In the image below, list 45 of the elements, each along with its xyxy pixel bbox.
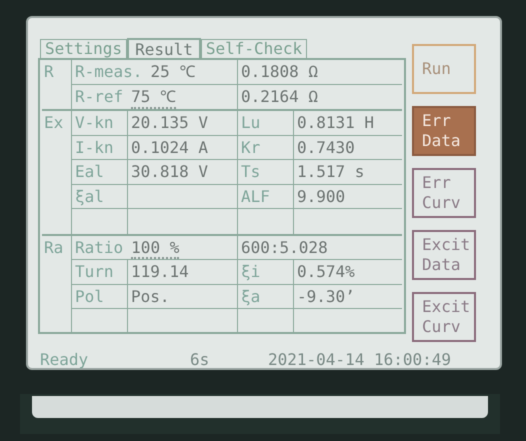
value-text: 119.14: [131, 262, 189, 281]
value-text: 0.574%: [297, 262, 355, 281]
value-text: 9.900: [297, 186, 346, 206]
value-text: 0.7430: [297, 138, 355, 156]
parameter-label: ALF: [241, 186, 270, 206]
parameter-label: I-kn: [75, 138, 114, 156]
value-text: Pos.: [131, 286, 170, 306]
value-text: 0.2164 Ω: [241, 86, 318, 106]
group-label: Ex: [44, 113, 64, 132]
parameter-label: Lu: [241, 113, 260, 132]
side-button[interactable]: Excit Curv: [412, 292, 476, 342]
date-time: 2021-04-14 16:00:49: [268, 349, 452, 371]
parameter-label: R-meas.: [75, 61, 142, 83]
value-text: 0.1024 A: [131, 138, 208, 156]
side-button[interactable]: Err Data: [412, 106, 476, 156]
value-text: 0.1808 Ω: [241, 62, 318, 81]
parameter-label: R-ref: [75, 86, 124, 108]
parameter-label: Pol: [75, 286, 104, 306]
parameter-label: V-kn: [75, 113, 114, 132]
value-text: 20.135 V: [131, 113, 208, 132]
parameter-label: Ts: [241, 162, 260, 181]
setting-field[interactable]: 100 %: [131, 236, 180, 259]
setting-field[interactable]: 75 ℃: [131, 84, 176, 109]
value-text: 30.818 V: [131, 162, 208, 181]
parameter-label: ξal: [75, 186, 104, 206]
parameter-label: ξi: [241, 262, 260, 281]
value-text: 600:5.028: [241, 238, 328, 256]
side-button[interactable]: Excit Data: [412, 230, 476, 280]
parameter-label: Ratio: [75, 236, 124, 258]
side-button[interactable]: Err Curv: [412, 168, 476, 218]
parameter-label: Kr: [241, 138, 260, 156]
side-button[interactable]: Run: [412, 44, 476, 94]
parameter-label: ξa: [241, 286, 260, 306]
tab[interactable]: Result: [127, 38, 201, 60]
status-text: Ready: [40, 349, 90, 371]
value-text: 1.517 s: [297, 162, 364, 181]
group-label: Ra: [44, 238, 64, 256]
parameter-label: Eal: [75, 162, 104, 181]
group-label: R: [44, 62, 54, 81]
value-text: -9.30’: [297, 286, 355, 306]
value-text: 0.8131 H: [297, 113, 374, 132]
parameter-label: Turn: [75, 262, 114, 281]
setting-field: 25 ℃: [150, 60, 196, 84]
elapsed-time: 6s: [190, 349, 210, 371]
tab[interactable]: Self-Check: [200, 39, 308, 58]
